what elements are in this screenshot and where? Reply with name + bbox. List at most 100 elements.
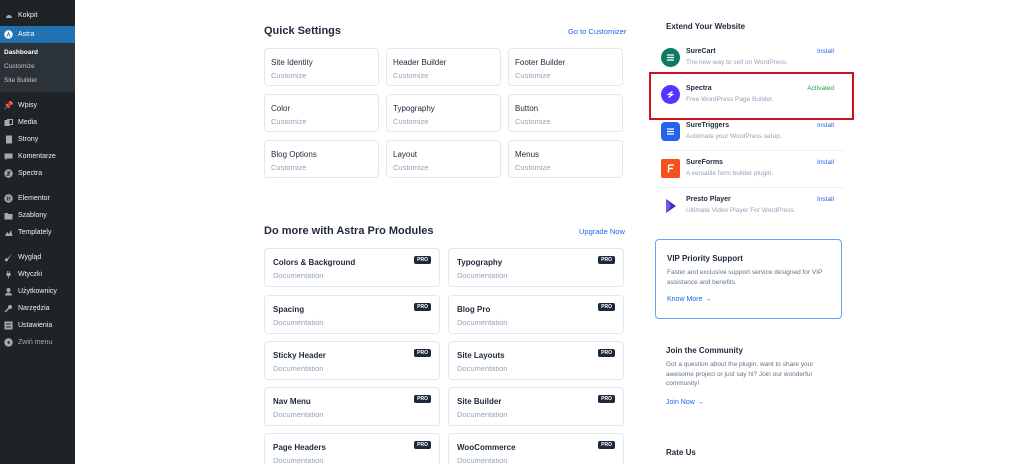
- pages-icon: [4, 135, 13, 144]
- rate-us-card: Rate Us: [655, 432, 842, 464]
- divider: [661, 187, 844, 188]
- astra-icon: [4, 30, 13, 39]
- sidebar-item-label: Wygląd: [18, 254, 42, 261]
- quick-setting-card[interactable]: Button Customize: [508, 94, 623, 132]
- sidebar-item-templately[interactable]: Templately: [0, 224, 75, 241]
- divider: [661, 150, 844, 151]
- sidebar-item-szablony[interactable]: Szablony: [0, 207, 75, 224]
- submenu-dashboard[interactable]: Dashboard: [0, 46, 75, 60]
- quick-setting-card[interactable]: Site Identity Customize: [264, 48, 379, 86]
- pro-module-card[interactable]: Typography Documentation PRO: [448, 248, 624, 287]
- card-subtitle: Customize: [271, 117, 307, 126]
- sidebar-item-astra[interactable]: Astra: [0, 26, 75, 43]
- pro-module-card[interactable]: Blog Pro Documentation PRO: [448, 295, 624, 334]
- submenu-customize[interactable]: Customize: [0, 60, 75, 74]
- card-subtitle: Documentation: [457, 271, 508, 280]
- card-title: Typography: [393, 104, 435, 113]
- pro-module-card[interactable]: WooCommerce Documentation PRO: [448, 433, 624, 464]
- know-more-link[interactable]: Know More →: [667, 296, 711, 303]
- go-to-customizer-link[interactable]: Go to Customizer: [568, 27, 626, 36]
- sidebar-item-strony[interactable]: Strony: [0, 131, 75, 148]
- sidebar-item-elementor[interactable]: Elementor: [0, 190, 75, 207]
- card-subtitle: Documentation: [457, 364, 508, 373]
- extend-website-title: Extend Your Website: [666, 22, 746, 31]
- pro-badge: PRO: [598, 441, 615, 449]
- pro-module-card[interactable]: Page Headers Documentation PRO: [264, 433, 440, 464]
- collapse-menu-label: Zwiń menu: [18, 339, 53, 346]
- pro-module-card[interactable]: Nav Menu Documentation PRO: [264, 387, 440, 426]
- card-subtitle: Documentation: [457, 410, 508, 419]
- plugin-description: A versatile form builder plugin.: [686, 170, 774, 177]
- pro-module-card[interactable]: Site Layouts Documentation PRO: [448, 341, 624, 380]
- install-button[interactable]: Install: [817, 196, 834, 203]
- pro-module-card[interactable]: Sticky Header Documentation PRO: [264, 341, 440, 380]
- plugin-name: Presto Player: [686, 196, 731, 203]
- sidebar-item-wyglad[interactable]: Wygląd: [0, 249, 75, 266]
- card-title: Blog Pro: [457, 305, 491, 314]
- vip-support-card: VIP Priority Support Faster and exclusiv…: [655, 239, 842, 319]
- users-icon: [4, 287, 13, 296]
- card-subtitle: Documentation: [273, 271, 324, 280]
- plugin-row-sureforms: SureForms A versatile form builder plugi…: [661, 152, 844, 189]
- pro-badge: PRO: [414, 349, 431, 357]
- card-subtitle: Customize: [271, 71, 307, 80]
- media-icon: [4, 118, 13, 127]
- quick-setting-card[interactable]: Layout Customize: [386, 140, 501, 178]
- sidebar-item-ustawienia[interactable]: Ustawienia: [0, 317, 75, 334]
- card-title: Button: [515, 104, 539, 113]
- quick-setting-card[interactable]: Typography Customize: [386, 94, 501, 132]
- settings-icon: [4, 321, 13, 330]
- upgrade-now-link[interactable]: Upgrade Now: [579, 227, 625, 236]
- card-title: Layout: [393, 150, 418, 159]
- plugin-description: Automate your WordPress setup.: [686, 133, 782, 140]
- surecart-logo-icon: [661, 48, 680, 67]
- sidebar-item-uzytkownicy[interactable]: Użytkownicy: [0, 283, 75, 300]
- install-button[interactable]: Install: [817, 159, 834, 166]
- pro-module-card[interactable]: Spacing Documentation PRO: [264, 295, 440, 334]
- pro-badge: PRO: [414, 256, 431, 264]
- pro-module-card[interactable]: Site Builder Documentation PRO: [448, 387, 624, 426]
- quick-setting-card[interactable]: Blog Options Customize: [264, 140, 379, 178]
- quick-setting-card[interactable]: Footer Builder Customize: [508, 48, 623, 86]
- sidebar-item-kokpit[interactable]: Kokpit: [0, 7, 75, 24]
- pro-badge: PRO: [598, 395, 615, 403]
- sidebar-item-label: Narzędzia: [18, 305, 50, 312]
- plugin-description: The new way to sell on WordPress.: [686, 59, 788, 66]
- pro-modules-title: Do more with Astra Pro Modules: [264, 225, 434, 237]
- plugin-name: SureTriggers: [686, 122, 730, 129]
- pro-badge: PRO: [414, 303, 431, 311]
- pro-badge: PRO: [414, 395, 431, 403]
- quick-setting-card[interactable]: Color Customize: [264, 94, 379, 132]
- install-button[interactable]: Install: [817, 48, 834, 55]
- main-content: Quick Settings Go to Customizer Site Ide…: [75, 0, 1024, 464]
- quick-setting-card[interactable]: Header Builder Customize: [386, 48, 501, 86]
- join-now-link[interactable]: Join Now →: [666, 399, 704, 406]
- card-title: Site Identity: [271, 58, 313, 67]
- plugin-name: SureForms: [686, 159, 723, 166]
- presto-player-logo-icon: [661, 196, 680, 215]
- sidebar-item-media[interactable]: Media: [0, 114, 75, 131]
- card-title: Page Headers: [273, 443, 326, 452]
- sidebar-item-spectra[interactable]: Spectra: [0, 165, 75, 182]
- card-subtitle: Customize: [515, 163, 551, 172]
- suretriggers-logo-icon: [661, 122, 680, 141]
- sidebar-item-wpisy[interactable]: 📌 Wpisy: [0, 97, 75, 114]
- submenu-site-builder[interactable]: Site Builder: [0, 74, 75, 88]
- quick-setting-card[interactable]: Menus Customize: [508, 140, 623, 178]
- pro-module-card[interactable]: Colors & Background Documentation PRO: [264, 248, 440, 287]
- sidebar-item-label: Wpisy: [18, 102, 38, 109]
- card-subtitle: Customize: [515, 71, 551, 80]
- plugin-row-suretriggers: SureTriggers Automate your WordPress set…: [661, 115, 844, 152]
- sidebar-item-komentarze[interactable]: Komentarze: [0, 148, 75, 165]
- card-subtitle: Documentation: [457, 318, 508, 327]
- sidebar-item-label: Wtyczki: [18, 271, 43, 278]
- rate-us-title: Rate Us: [666, 448, 696, 457]
- sidebar-item-narzedzia[interactable]: Narzędzia: [0, 300, 75, 317]
- vip-text: Faster and exclusive support service des…: [667, 269, 823, 286]
- plugin-row-presto-player: Presto Player Ultimate Video Player For …: [661, 189, 844, 226]
- folder-icon: [4, 211, 13, 220]
- highlight-box: [649, 72, 854, 120]
- collapse-menu-button[interactable]: Zwiń menu: [0, 334, 75, 351]
- sidebar-item-wtyczki[interactable]: Wtyczki: [0, 266, 75, 283]
- install-button[interactable]: Install: [817, 122, 834, 129]
